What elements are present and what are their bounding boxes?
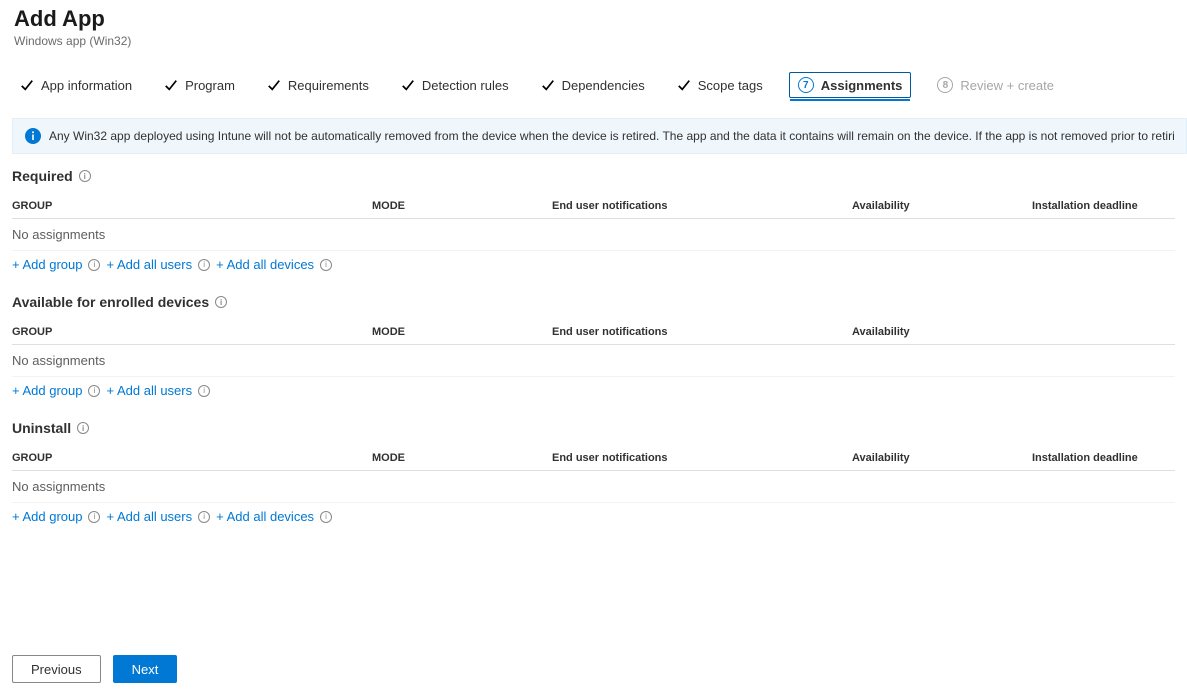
available-table: GROUP MODE End user notifications Availa… (12, 322, 1175, 377)
check-icon (164, 78, 178, 92)
previous-button[interactable]: Previous (12, 655, 101, 683)
section-title-required: Required i (12, 168, 1175, 184)
table-row: No assignments (12, 219, 1175, 251)
help-icon[interactable]: i (79, 170, 91, 182)
add-all-devices-link[interactable]: + Add all devices (216, 257, 314, 272)
add-group-link[interactable]: + Add group (12, 383, 82, 398)
help-icon[interactable]: i (198, 385, 210, 397)
info-icon (25, 128, 41, 144)
col-group: GROUP (12, 200, 372, 212)
step-label: Assignments (821, 78, 903, 93)
step-review-create: 8 Review + create (931, 73, 1060, 97)
col-avail: Availability (852, 452, 1032, 464)
section-available: Available for enrolled devices i GROUP M… (12, 294, 1175, 398)
check-icon (401, 78, 415, 92)
step-scope-tags[interactable]: Scope tags (671, 74, 769, 97)
info-banner: Any Win32 app deployed using Intune will… (12, 118, 1187, 154)
col-avail: Availability (852, 326, 1175, 338)
step-label: Requirements (288, 78, 369, 93)
no-assignments-text: No assignments (12, 227, 372, 242)
step-program[interactable]: Program (158, 74, 241, 97)
page-subtitle: Windows app (Win32) (14, 34, 1173, 48)
step-detection-rules[interactable]: Detection rules (395, 74, 515, 97)
section-title-text: Uninstall (12, 420, 71, 436)
add-all-devices-link[interactable]: + Add all devices (216, 509, 314, 524)
section-title-uninstall: Uninstall i (12, 420, 1175, 436)
check-icon (20, 78, 34, 92)
uninstall-table: GROUP MODE End user notifications Availa… (12, 448, 1175, 503)
step-label: App information (41, 78, 132, 93)
table-row: No assignments (12, 471, 1175, 503)
step-label: Review + create (960, 78, 1054, 93)
step-dependencies[interactable]: Dependencies (535, 74, 651, 97)
table-header: GROUP MODE End user notifications Availa… (12, 196, 1175, 219)
add-all-users-link[interactable]: + Add all users (106, 383, 192, 398)
page-title: Add App (14, 6, 1173, 32)
help-icon[interactable]: i (198, 259, 210, 271)
step-number-icon: 8 (937, 77, 953, 93)
table-header: GROUP MODE End user notifications Availa… (12, 322, 1175, 345)
help-icon[interactable]: i (320, 259, 332, 271)
help-icon[interactable]: i (215, 296, 227, 308)
col-notif: End user notifications (552, 326, 852, 338)
wizard-steps: App information Program Requirements Det… (0, 52, 1187, 108)
col-group: GROUP (12, 452, 372, 464)
col-notif: End user notifications (552, 452, 852, 464)
available-actions: + Add group i + Add all users i (12, 383, 1175, 398)
section-title-text: Required (12, 168, 73, 184)
info-banner-text: Any Win32 app deployed using Intune will… (49, 129, 1174, 143)
check-icon (541, 78, 555, 92)
footer-buttons: Previous Next (12, 655, 177, 683)
col-mode: MODE (372, 326, 552, 338)
help-icon[interactable]: i (88, 511, 100, 523)
add-group-link[interactable]: + Add group (12, 509, 82, 524)
step-label: Dependencies (562, 78, 645, 93)
col-mode: MODE (372, 452, 552, 464)
uninstall-actions: + Add group i + Add all users i + Add all … (12, 509, 1175, 524)
required-actions: + Add group i + Add all users i + Add all … (12, 257, 1175, 272)
col-avail: Availability (852, 200, 1032, 212)
help-icon[interactable]: i (77, 422, 89, 434)
page-header: Add App Windows app (Win32) (0, 0, 1187, 52)
add-group-link[interactable]: + Add group (12, 257, 82, 272)
step-label: Scope tags (698, 78, 763, 93)
required-table: GROUP MODE End user notifications Availa… (12, 196, 1175, 251)
add-all-users-link[interactable]: + Add all users (106, 509, 192, 524)
section-uninstall: Uninstall i GROUP MODE End user notifica… (12, 420, 1175, 524)
step-label: Detection rules (422, 78, 509, 93)
section-title-available: Available for enrolled devices i (12, 294, 1175, 310)
check-icon (677, 78, 691, 92)
help-icon[interactable]: i (198, 511, 210, 523)
col-deadline: Installation deadline (1032, 200, 1175, 212)
no-assignments-text: No assignments (12, 353, 372, 368)
step-requirements[interactable]: Requirements (261, 74, 375, 97)
help-icon[interactable]: i (320, 511, 332, 523)
col-deadline: Installation deadline (1032, 452, 1175, 464)
next-button[interactable]: Next (113, 655, 178, 683)
table-header: GROUP MODE End user notifications Availa… (12, 448, 1175, 471)
col-mode: MODE (372, 200, 552, 212)
col-group: GROUP (12, 326, 372, 338)
step-label: Program (185, 78, 235, 93)
add-all-users-link[interactable]: + Add all users (106, 257, 192, 272)
step-app-information[interactable]: App information (14, 74, 138, 97)
no-assignments-text: No assignments (12, 479, 372, 494)
table-row: No assignments (12, 345, 1175, 377)
step-number-icon: 7 (798, 77, 814, 93)
step-assignments[interactable]: 7 Assignments (789, 72, 912, 98)
section-title-text: Available for enrolled devices (12, 294, 209, 310)
help-icon[interactable]: i (88, 385, 100, 397)
check-icon (267, 78, 281, 92)
section-required: Required i GROUP MODE End user notificat… (12, 168, 1175, 272)
col-notif: End user notifications (552, 200, 852, 212)
help-icon[interactable]: i (88, 259, 100, 271)
